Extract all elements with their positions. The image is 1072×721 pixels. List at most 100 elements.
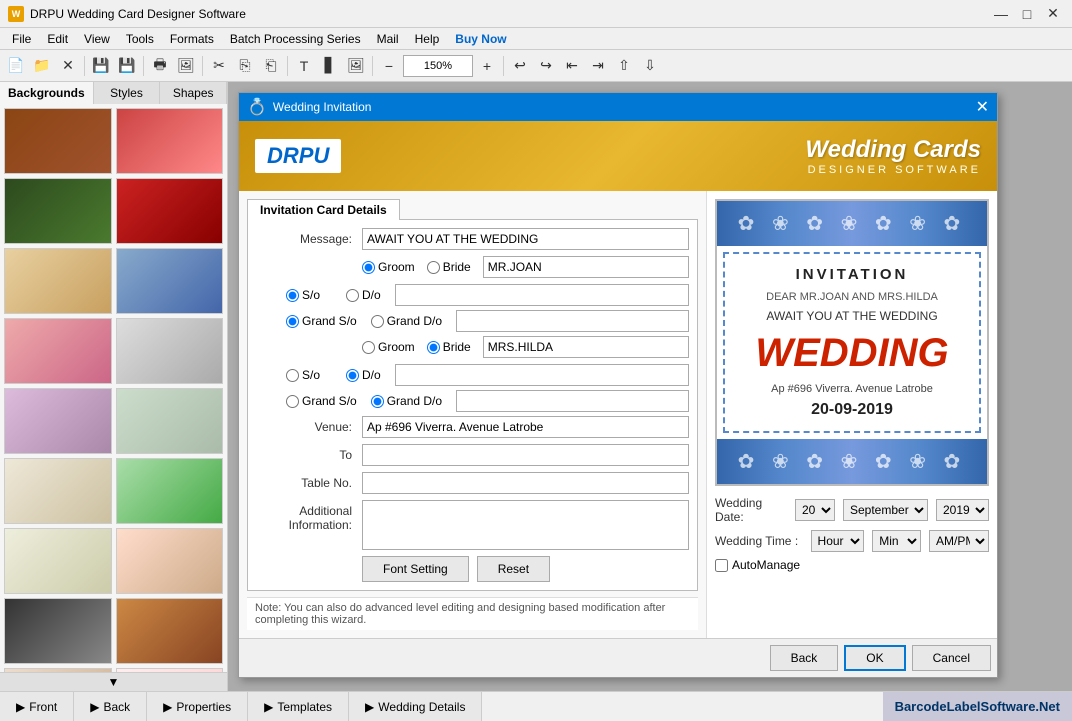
groom-radio-1[interactable]: Groom bbox=[362, 260, 415, 274]
open-button[interactable]: 📁 bbox=[30, 54, 54, 78]
thumb-13[interactable] bbox=[4, 528, 112, 594]
thumb-2[interactable] bbox=[116, 108, 224, 174]
toolbar-sep-6 bbox=[503, 56, 504, 76]
thumb-3[interactable] bbox=[4, 178, 112, 244]
scroll-down-arrow[interactable]: ▼ bbox=[0, 672, 227, 691]
thumb-10[interactable] bbox=[116, 388, 224, 454]
so-input-1[interactable] bbox=[395, 284, 689, 306]
day-select[interactable]: 20 bbox=[795, 499, 835, 521]
cut-button[interactable]: ✂ bbox=[207, 54, 231, 78]
to-input[interactable] bbox=[362, 444, 689, 466]
do-radio-2[interactable]: D/o bbox=[346, 368, 381, 382]
print-button[interactable]: 🖶 bbox=[148, 54, 172, 78]
grand-so-input-1[interactable] bbox=[456, 310, 689, 332]
invitation-card-details-tab[interactable]: Invitation Card Details bbox=[247, 199, 400, 220]
groom-name-input[interactable] bbox=[483, 256, 689, 278]
message-input[interactable] bbox=[362, 228, 689, 250]
paste-button[interactable]: ⎗ bbox=[259, 54, 283, 78]
thumb-1[interactable] bbox=[4, 108, 112, 174]
month-select[interactable]: September bbox=[843, 499, 928, 521]
undo-button[interactable]: ↩ bbox=[508, 54, 532, 78]
new-button[interactable]: 📄 bbox=[4, 54, 28, 78]
save-button[interactable]: 💾 bbox=[89, 54, 113, 78]
min-select[interactable]: Min bbox=[872, 530, 921, 552]
bride-name-input[interactable] bbox=[483, 336, 689, 358]
menu-formats[interactable]: Formats bbox=[162, 30, 222, 48]
menu-file[interactable]: File bbox=[4, 30, 39, 48]
grand-so-radio-1[interactable]: Grand S/o bbox=[286, 314, 357, 328]
thumb-4[interactable] bbox=[116, 178, 224, 244]
automanage-checkbox[interactable] bbox=[715, 559, 728, 572]
year-select[interactable]: 2019 bbox=[936, 499, 989, 521]
automanage-checkbox-label[interactable]: AutoManage bbox=[715, 558, 800, 572]
tab-backgrounds[interactable]: Backgrounds bbox=[0, 82, 94, 104]
zoom-in-button[interactable]: + bbox=[475, 54, 499, 78]
thumb-12[interactable] bbox=[116, 458, 224, 524]
back-button[interactable]: Back bbox=[770, 645, 839, 671]
statusbar-tab-wedding-details[interactable]: ▶ Wedding Details bbox=[349, 692, 482, 721]
statusbar-tab-back[interactable]: ▶ Back bbox=[74, 692, 147, 721]
move-down-button[interactable]: ⇩ bbox=[638, 54, 662, 78]
copy-button[interactable]: ⎘ bbox=[233, 54, 257, 78]
dialog-close-button[interactable]: ✕ bbox=[976, 97, 989, 117]
menu-help[interactable]: Help bbox=[407, 30, 448, 48]
close-button[interactable]: ✕ bbox=[1042, 3, 1064, 25]
cancel-button[interactable]: Cancel bbox=[912, 645, 991, 671]
font-setting-button[interactable]: Font Setting bbox=[362, 556, 469, 582]
table-no-input[interactable] bbox=[362, 472, 689, 494]
grand-so-radio-2[interactable]: Grand S/o bbox=[286, 394, 357, 408]
ok-button[interactable]: OK bbox=[844, 645, 905, 671]
menu-mail[interactable]: Mail bbox=[369, 30, 407, 48]
align-right-button[interactable]: ⇥ bbox=[586, 54, 610, 78]
menu-buynow[interactable]: Buy Now bbox=[447, 30, 514, 48]
additional-input[interactable] bbox=[362, 500, 689, 550]
so-input-2[interactable] bbox=[395, 364, 689, 386]
thumb-8[interactable] bbox=[116, 318, 224, 384]
menu-view[interactable]: View bbox=[76, 30, 118, 48]
thumb-5[interactable] bbox=[4, 248, 112, 314]
toolbar: 📄 📁 ✕ 💾 💾 🖶 🖼 ✂ ⎘ ⎗ T ▋ 🖼 − + ↩ ↪ ⇤ ⇥ ⇧ … bbox=[0, 50, 1072, 82]
image-button[interactable]: 🖼 bbox=[344, 54, 368, 78]
reset-button[interactable]: Reset bbox=[477, 556, 550, 582]
groom-radio-2[interactable]: Groom bbox=[362, 340, 415, 354]
so-radio-1[interactable]: S/o bbox=[286, 288, 320, 302]
zoom-out-button[interactable]: − bbox=[377, 54, 401, 78]
close-doc-button[interactable]: ✕ bbox=[56, 54, 80, 78]
tab-styles[interactable]: Styles bbox=[94, 82, 161, 104]
save-as-button[interactable]: 💾 bbox=[115, 54, 139, 78]
so-radio-2[interactable]: S/o bbox=[286, 368, 320, 382]
grand-do-radio-2[interactable]: Grand D/o bbox=[371, 394, 442, 408]
statusbar-tab-front[interactable]: ▶ Front bbox=[0, 692, 74, 721]
move-up-button[interactable]: ⇧ bbox=[612, 54, 636, 78]
thumb-14[interactable] bbox=[116, 528, 224, 594]
hour-select[interactable]: Hour bbox=[811, 530, 865, 552]
thumb-15[interactable] bbox=[4, 598, 112, 664]
thumb-9[interactable] bbox=[4, 388, 112, 454]
text-button[interactable]: T bbox=[292, 54, 316, 78]
redo-button[interactable]: ↪ bbox=[534, 54, 558, 78]
thumb-7[interactable] bbox=[4, 318, 112, 384]
bride-radio-2[interactable]: Bride bbox=[427, 340, 471, 354]
venue-input[interactable] bbox=[362, 416, 689, 438]
dialog-titlebar: 💍 Wedding Invitation ✕ bbox=[239, 93, 997, 121]
menu-tools[interactable]: Tools bbox=[118, 30, 162, 48]
thumb-11[interactable] bbox=[4, 458, 112, 524]
menu-edit[interactable]: Edit bbox=[39, 30, 76, 48]
grand-do-radio-1[interactable]: Grand D/o bbox=[371, 314, 442, 328]
align-left-button[interactable]: ⇤ bbox=[560, 54, 584, 78]
do-radio-1[interactable]: D/o bbox=[346, 288, 381, 302]
zoom-input[interactable] bbox=[403, 55, 473, 77]
statusbar-tab-templates[interactable]: ▶ Templates bbox=[248, 692, 349, 721]
menu-batch[interactable]: Batch Processing Series bbox=[222, 30, 369, 48]
statusbar-tab-properties[interactable]: ▶ Properties bbox=[147, 692, 248, 721]
grand-so-input-2[interactable] bbox=[456, 390, 689, 412]
ampm-select[interactable]: AM/PM bbox=[929, 530, 989, 552]
minimize-button[interactable]: — bbox=[990, 3, 1012, 25]
maximize-button[interactable]: □ bbox=[1016, 3, 1038, 25]
print-preview-button[interactable]: 🖼 bbox=[174, 54, 198, 78]
thumb-6[interactable] bbox=[116, 248, 224, 314]
barcode-button[interactable]: ▋ bbox=[318, 54, 342, 78]
thumb-16[interactable] bbox=[116, 598, 224, 664]
bride-radio-1[interactable]: Bride bbox=[427, 260, 471, 274]
tab-shapes[interactable]: Shapes bbox=[160, 82, 227, 104]
